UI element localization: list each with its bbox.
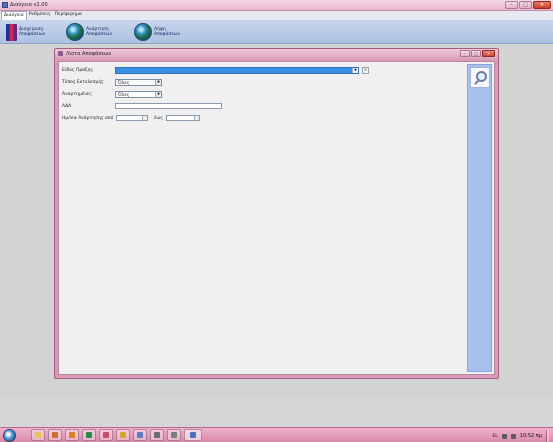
outlook-icon[interactable]: [150, 429, 164, 441]
fetch-decisions-button[interactable]: Λήψη Αποφάσεων: [134, 22, 180, 42]
menu-bar: Διαύγεια Ρυθμίσεις Περίφερημα: [0, 11, 553, 20]
filter-form: Είδος Πράξης ▼ × Τύπος Εκτελεσμής Όλες ▼…: [58, 61, 495, 375]
ada-label: ΑΔΑ: [62, 104, 72, 109]
decision-type-select[interactable]: ▼: [115, 67, 359, 74]
decision-type-label: Είδος Πράξης: [62, 68, 94, 73]
app-title-bar: Διαύγεια v2.00 – □ ✕: [0, 0, 553, 11]
clear-decision-type-button[interactable]: ×: [362, 67, 369, 74]
date-to-label: έως: [154, 116, 163, 121]
org-type-select[interactable]: Όλες ▼: [115, 79, 162, 86]
toolbar-ribbon: Διαχείριση Αποφάσεων Ανάρτηση Αποφάσεων …: [0, 20, 553, 44]
system-tray: EL 10:52 πμ: [492, 430, 549, 442]
chevron-down-icon: ▼: [352, 68, 358, 73]
show-desktop-button[interactable]: [546, 430, 549, 442]
post-decisions-button[interactable]: Ανάρτηση Αποφάσεων: [66, 22, 112, 42]
chevron-down-icon: ▼: [155, 80, 161, 85]
manage-decisions-label: Διαχείριση Αποφάσεων: [19, 27, 46, 37]
window-icon: [58, 51, 63, 56]
calendar-icon[interactable]: [194, 116, 199, 120]
network-icon[interactable]: [501, 433, 507, 439]
media-icon[interactable]: [48, 429, 62, 441]
close-button[interactable]: ✕: [533, 1, 551, 9]
menu-diavgeia[interactable]: Διαύγεια: [1, 11, 27, 20]
start-button[interactable]: [3, 429, 16, 442]
taskbar-apps: [31, 429, 202, 441]
word-icon[interactable]: [167, 429, 181, 441]
posted-value: Όλες: [118, 92, 130, 98]
app-icon[interactable]: [184, 429, 202, 441]
date-from-label: Ημ/νία Ανάρτησης από: [62, 116, 114, 121]
magnifier-handle: [474, 79, 480, 85]
side-panel: [467, 64, 492, 372]
search-button[interactable]: [470, 67, 490, 88]
excel-icon[interactable]: [82, 429, 96, 441]
posted-select[interactable]: Όλες ▼: [115, 91, 162, 98]
app-icon: [2, 2, 8, 8]
child-window-title: Λίστα Αποφάσεων: [66, 51, 112, 57]
child-window-controls: – □ ✕: [460, 50, 495, 57]
paint-icon[interactable]: [99, 429, 113, 441]
minimize-button[interactable]: –: [505, 1, 518, 9]
decisions-list-window: Λίστα Αποφάσεων – □ ✕ Είδος Πράξης ▼ × Τ…: [54, 48, 499, 379]
org-type-value: Όλες: [118, 80, 130, 86]
calendar-icon[interactable]: [142, 116, 147, 120]
globe-icon: [66, 23, 84, 41]
child-minimize-button[interactable]: –: [460, 50, 470, 57]
child-maximize-button[interactable]: □: [471, 50, 481, 57]
chevron-down-icon: ▼: [155, 92, 161, 97]
window-controls: – □ ✕: [505, 1, 551, 9]
date-from-picker[interactable]: [116, 115, 148, 121]
post-decisions-label: Ανάρτηση Αποφάσεων: [86, 27, 113, 37]
posted-label: Αναρτημένες: [62, 92, 92, 97]
book-icon: [6, 23, 17, 41]
child-title-bar[interactable]: Λίστα Αποφάσεων – □ ✕: [55, 49, 498, 59]
manage-decisions-button[interactable]: Διαχείριση Αποφάσεων: [6, 22, 45, 42]
computer-icon[interactable]: [133, 429, 147, 441]
globe-icon: [134, 23, 152, 41]
explorer-icon[interactable]: [31, 429, 45, 441]
org-type-label: Τύπος Εκτελεσμής: [62, 80, 104, 85]
taskbar: EL 10:52 πμ: [0, 427, 553, 442]
clock[interactable]: 10:52 πμ: [520, 433, 542, 439]
child-close-button[interactable]: ✕: [482, 50, 495, 57]
app-title: Διαύγεια v2.00: [10, 2, 48, 8]
menu-environment[interactable]: Περίφερημα: [53, 11, 84, 20]
fetch-decisions-label: Λήψη Αποφάσεων: [154, 27, 181, 37]
maximize-button[interactable]: □: [519, 1, 532, 9]
firefox-icon[interactable]: [65, 429, 79, 441]
chrome-icon[interactable]: [116, 429, 130, 441]
menu-settings[interactable]: Ρυθμίσεις: [27, 11, 53, 20]
volume-icon[interactable]: [510, 433, 516, 439]
ada-input[interactable]: [115, 103, 222, 109]
language-indicator[interactable]: EL: [492, 434, 497, 439]
date-to-picker[interactable]: [166, 115, 200, 121]
